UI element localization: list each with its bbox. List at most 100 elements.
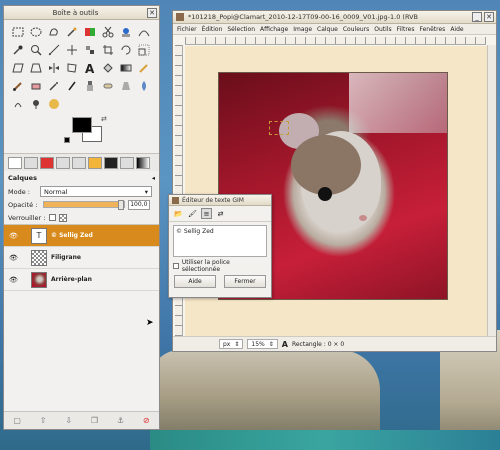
menu-windows[interactable]: Fenêtres <box>419 26 445 33</box>
color-balance-icon[interactable] <box>46 96 62 112</box>
dialog-titlebar[interactable]: Éditeur de texte GIM <box>169 195 271 206</box>
measure-icon[interactable] <box>46 42 62 58</box>
mode-select[interactable]: Normal ▾ <box>39 186 152 197</box>
shear-icon[interactable] <box>10 60 26 76</box>
heal-icon[interactable] <box>100 78 116 94</box>
zoom-select[interactable]: 15% ⇕ <box>247 339 278 349</box>
menu-select[interactable]: Sélection <box>227 26 255 33</box>
zoom-icon[interactable] <box>28 42 44 58</box>
menu-layer[interactable]: Calque <box>317 26 338 33</box>
tab-paths[interactable] <box>56 156 70 169</box>
tab-undo[interactable] <box>72 156 86 169</box>
menu-colors[interactable]: Couleurs <box>343 26 369 33</box>
configure-icon[interactable]: ◂ <box>152 174 155 182</box>
text-tool-icon[interactable]: A <box>82 60 98 76</box>
opacity-spinbox[interactable]: 100,0 <box>128 199 151 210</box>
move-icon[interactable] <box>64 42 80 58</box>
visibility-eye-icon[interactable]: 👁 <box>9 254 19 262</box>
horizontal-ruler[interactable] <box>185 37 486 45</box>
free-select-icon[interactable] <box>46 24 62 40</box>
blur-icon[interactable] <box>136 78 152 94</box>
fuzzy-select-icon[interactable] <box>64 24 80 40</box>
lock-pixels-checkbox[interactable] <box>49 214 57 221</box>
tab-gradients[interactable] <box>136 156 150 169</box>
flip-icon[interactable] <box>46 60 62 76</box>
tab-channels[interactable] <box>40 156 54 169</box>
pencil-icon[interactable] <box>136 60 152 76</box>
layer-row[interactable]: 👁 Arrière-plan <box>4 269 159 291</box>
menu-filters[interactable]: Filtres <box>397 26 415 33</box>
crop-icon[interactable] <box>100 42 116 58</box>
menu-image[interactable]: Image <box>293 26 312 33</box>
unit-select[interactable]: px ⇕ <box>219 339 244 349</box>
use-font-row[interactable]: Utiliser la police sélectionnée <box>169 259 271 273</box>
delete-layer-icon[interactable]: ⊘ <box>143 416 150 425</box>
reset-colors-icon[interactable] <box>64 137 70 143</box>
perspective-icon[interactable] <box>28 60 44 76</box>
rotate-icon[interactable] <box>118 42 134 58</box>
layer-row[interactable]: 👁 T © Sellig Zed <box>4 225 159 247</box>
use-font-checkbox[interactable] <box>173 263 179 269</box>
toolbox-titlebar[interactable]: Boîte à outils ✕ <box>4 6 159 20</box>
ltr-direction-icon[interactable]: ≡ <box>201 208 212 219</box>
color-picker-icon[interactable] <box>10 42 26 58</box>
paths-icon[interactable] <box>136 24 152 40</box>
ink-icon[interactable] <box>64 78 80 94</box>
foreground-select-icon[interactable] <box>118 24 134 40</box>
select-by-color-icon[interactable] <box>82 24 98 40</box>
lock-alpha-checkbox[interactable] <box>59 213 68 222</box>
opacity-knob[interactable] <box>118 200 125 210</box>
scale-icon[interactable] <box>136 42 152 58</box>
airbrush-icon[interactable] <box>46 78 62 94</box>
new-layer-icon[interactable]: ▢ <box>13 416 21 425</box>
close-icon[interactable]: ✕ <box>484 12 494 22</box>
duplicate-layer-icon[interactable]: ❐ <box>91 416 98 425</box>
menu-help[interactable]: Aide <box>450 26 463 33</box>
tab-colors[interactable] <box>88 156 102 169</box>
layer-footer: ▢ ⇧ ⇩ ❐ ⚓ ⊘ <box>4 411 159 429</box>
menu-tools[interactable]: Outils <box>374 26 391 33</box>
opacity-slider[interactable] <box>43 200 126 210</box>
paintbrush-icon[interactable] <box>10 78 26 94</box>
visibility-eye-icon[interactable]: 👁 <box>9 276 19 284</box>
lower-layer-icon[interactable]: ⇩ <box>65 416 72 425</box>
clone-icon[interactable] <box>82 78 98 94</box>
tab-layers[interactable] <box>24 156 38 169</box>
layer-row[interactable]: 👁 Filigrane <box>4 247 159 269</box>
clear-icon[interactable]: 🖌 <box>187 208 198 219</box>
tab-brushes[interactable] <box>104 156 118 169</box>
open-file-icon[interactable]: 📂 <box>173 208 184 219</box>
smudge-icon[interactable] <box>10 96 26 112</box>
swap-colors-icon[interactable]: ⇄ <box>101 115 107 123</box>
tab-tool-options[interactable] <box>8 156 22 169</box>
rtl-direction-icon[interactable]: ⇄ <box>215 208 226 219</box>
scissors-icon[interactable] <box>100 24 116 40</box>
blend-icon[interactable] <box>118 60 134 76</box>
rect-select-icon[interactable] <box>10 24 26 40</box>
text-box-frame[interactable] <box>269 121 289 135</box>
perspective-clone-icon[interactable] <box>118 78 134 94</box>
cage-icon[interactable] <box>64 60 80 76</box>
ellipse-select-icon[interactable] <box>28 24 44 40</box>
close-button-label: Fermer <box>234 278 256 285</box>
tab-patterns[interactable] <box>120 156 134 169</box>
minimize-icon[interactable]: _ <box>472 12 482 22</box>
menu-edit[interactable]: Édition <box>202 26 223 33</box>
foreground-color-swatch[interactable] <box>72 117 92 133</box>
image-titlebar[interactable]: *101218_Popi@Clamart_2010-12-17T09-00-16… <box>173 11 496 24</box>
visibility-eye-icon[interactable]: 👁 <box>9 232 19 240</box>
close-button[interactable]: Fermer <box>224 275 266 288</box>
dodge-burn-icon[interactable] <box>28 96 44 112</box>
help-button-label: Aide <box>188 278 202 285</box>
anchor-layer-icon[interactable]: ⚓ <box>117 416 124 425</box>
menu-file[interactable]: Fichier <box>177 26 197 33</box>
menu-view[interactable]: Affichage <box>260 26 288 33</box>
align-icon[interactable] <box>82 42 98 58</box>
bucket-fill-icon[interactable] <box>100 60 116 76</box>
vertical-scrollbar[interactable] <box>487 45 496 337</box>
eraser-icon[interactable] <box>28 78 44 94</box>
raise-layer-icon[interactable]: ⇧ <box>40 416 47 425</box>
help-button[interactable]: Aide <box>174 275 216 288</box>
text-entry[interactable]: © Sellig Zed <box>173 225 267 257</box>
close-icon[interactable]: ✕ <box>147 7 157 18</box>
